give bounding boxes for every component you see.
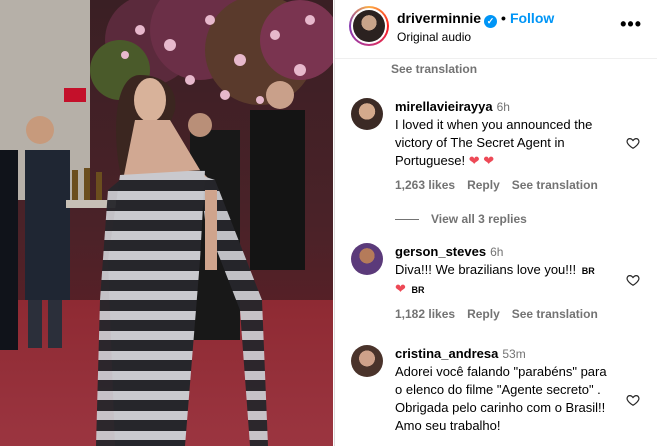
commenter-avatar[interactable] [351, 243, 383, 275]
comment-text: I loved it when you announced the victor… [395, 117, 593, 168]
comment-text: Adorei você falando "parabéns" para o el… [395, 364, 607, 433]
author-avatar[interactable] [349, 6, 389, 46]
heart-emoji: ❤ [395, 281, 406, 296]
comment-time[interactable]: 53m [502, 347, 525, 361]
view-replies-label: View all 3 replies [431, 212, 527, 226]
view-replies-button[interactable]: View all 3 replies [395, 212, 527, 226]
comment-body: mirellavieirayya 6h I loved it when you a… [395, 98, 615, 170]
author-line: driverminnie ✓ • Follow [397, 10, 554, 28]
brazil-flag-emoji: BR [581, 266, 595, 276]
verified-badge-icon: ✓ [484, 15, 498, 28]
commenter-username[interactable]: gerson_steves [395, 244, 486, 259]
red-carpet-photo [0, 0, 333, 446]
comment-time[interactable]: 6h [490, 245, 503, 259]
comment-body: cristina_andresa 53m Adorei você falando … [395, 345, 615, 435]
comment-text: ❤ BR [395, 280, 615, 299]
separator-dot: • [501, 10, 506, 26]
comment-meta: 1,263 likes Reply See translation [395, 178, 610, 192]
follow-button[interactable]: Follow [510, 10, 554, 26]
commenter-username[interactable]: mirellavieirayya [395, 99, 493, 114]
reply-button[interactable]: Reply [467, 178, 500, 192]
brazil-flag-emoji: BR [411, 285, 425, 295]
commenter-username[interactable]: cristina_andresa [395, 346, 498, 361]
post-media[interactable] [0, 0, 333, 446]
post-header: driverminnie ✓ • Follow Original audio ••• [335, 0, 657, 59]
commenter-avatar[interactable] [351, 98, 383, 130]
replies-line [395, 219, 419, 221]
comment-text-line: Diva!!! We brazilians love you!!! [395, 262, 577, 277]
author-username[interactable]: driverminnie [397, 10, 481, 26]
see-translation-link[interactable]: See translation [391, 62, 477, 76]
see-translation-link[interactable]: See translation [512, 307, 598, 321]
like-heart-icon[interactable] [626, 136, 640, 150]
comment-body: gerson_steves 6h Diva!!! We brazilians lo… [395, 243, 615, 299]
like-heart-icon[interactable] [626, 273, 640, 287]
more-options-icon[interactable]: ••• [620, 14, 642, 35]
like-count[interactable]: 1,182 likes [395, 307, 455, 321]
see-translation-link[interactable]: See translation [512, 178, 598, 192]
reply-button[interactable]: Reply [467, 307, 500, 321]
like-heart-icon[interactable] [626, 393, 640, 407]
comment-text: Diva!!! We brazilians love you!!! BR [395, 261, 615, 280]
like-count[interactable]: 1,263 likes [395, 178, 455, 192]
comment-meta: 1,182 likes Reply See translation [395, 307, 610, 321]
comments-panel: driverminnie ✓ • Follow Original audio ••• … [334, 0, 657, 446]
audio-label[interactable]: Original audio [397, 30, 471, 44]
commenter-avatar[interactable] [351, 345, 383, 377]
comment-time[interactable]: 6h [497, 100, 510, 114]
